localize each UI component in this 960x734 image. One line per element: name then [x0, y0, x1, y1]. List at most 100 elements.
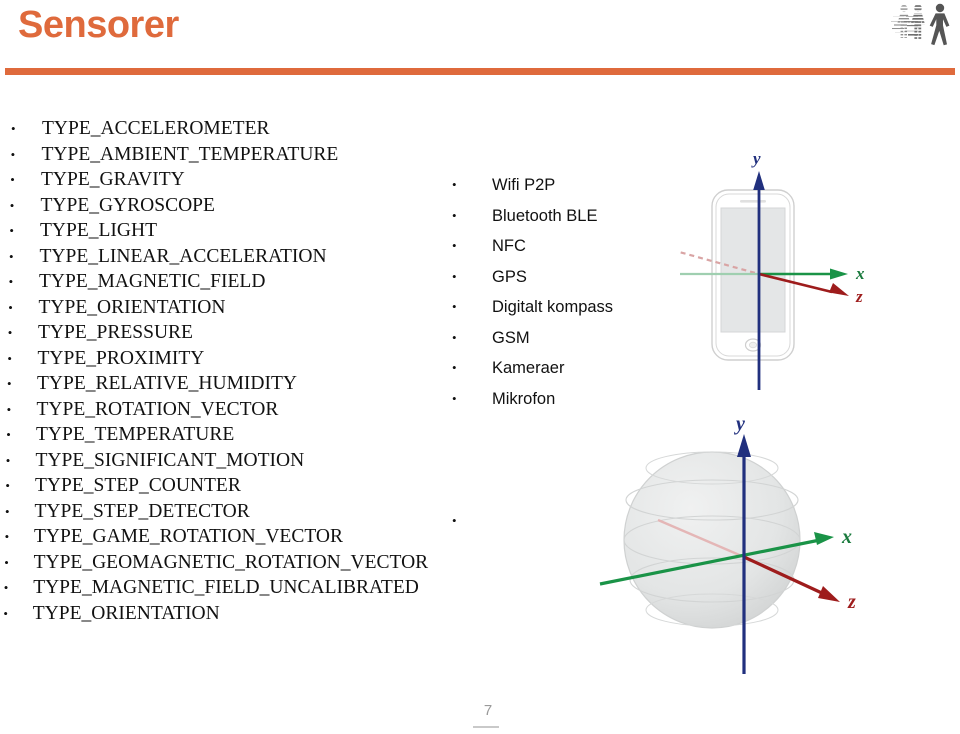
- list-item-label: TYPE_GAME_ROTATION_VECTOR: [34, 526, 343, 547]
- list-item-label: TYPE_ORIENTATION: [38, 296, 226, 318]
- list-item: • TYPE_MAGNETIC_FIELD: [0, 269, 480, 295]
- list-item-label: TYPE_GYROSCOPE: [40, 194, 215, 216]
- bullet-icon: •: [452, 299, 457, 314]
- bullet-icon: •: [3, 580, 9, 595]
- bullet-icon: •: [8, 274, 14, 289]
- title-divider: [5, 68, 955, 75]
- list-item-label: Digitalt kompass: [492, 298, 614, 316]
- list-item: • TYPE_AMBIENT_TEMPERATURE: [0, 142, 480, 168]
- list-item-label: GPS: [492, 267, 527, 286]
- bullet-icon: •: [4, 529, 10, 544]
- list-item: • TYPE_PRESSURE: [0, 320, 480, 346]
- list-item-label: Wifi P2P: [492, 176, 556, 194]
- bullet-icon: •: [10, 172, 15, 187]
- list-item: • Wifi P2P: [452, 170, 682, 201]
- phone-axes-diagram: x z y: [671, 142, 960, 404]
- bullet-icon: •: [452, 512, 457, 528]
- list-item: • TYPE_ROTATION_VECTOR: [0, 397, 480, 423]
- list-item: • TYPE_ORIENTATION: [0, 295, 480, 321]
- list-item-label: TYPE_LINEAR_ACCELERATION: [39, 245, 327, 267]
- list-item: • GSM: [452, 323, 682, 354]
- list-item-label: TYPE_ACCELEROMETER: [42, 118, 270, 139]
- axis-label-x: x: [855, 264, 865, 283]
- list-item-label: TYPE_STEP_COUNTER: [35, 475, 241, 496]
- slide: Sensorer • TYPE_ACCELEROMETER • TYPE_AMB…: [0, 0, 960, 734]
- bullet-icon: •: [452, 238, 457, 253]
- list-item: • TYPE_LINEAR_ACCELERATION: [0, 244, 480, 270]
- bullet-icon: •: [3, 605, 8, 621]
- axis-label-y: y: [734, 413, 745, 435]
- page-title: Sensorer: [18, 4, 179, 46]
- list-item-label: Bluetooth BLE: [492, 206, 598, 225]
- bullet-icon: •: [4, 554, 9, 570]
- list-item: • Kameraer: [452, 353, 682, 384]
- list-item-label: TYPE_MAGNETIC_FIELD_UNCALIBRATED: [33, 577, 419, 598]
- list-item-label: TYPE_LIGHT: [40, 220, 157, 241]
- list-item: • TYPE_ORIENTATION: [0, 601, 480, 627]
- list-item: • Mikrofon: [452, 384, 682, 415]
- list-item-label: TYPE_SIGNIFICANT_MOTION: [35, 449, 305, 471]
- list-item: • TYPE_STEP_DETECTOR: [0, 499, 480, 525]
- list-item-label: TYPE_TEMPERATURE: [36, 424, 235, 445]
- list-item-label: TYPE_PRESSURE: [38, 322, 193, 343]
- bullet-icon: •: [452, 207, 457, 223]
- list-item-label: TYPE_ROTATION_VECTOR: [36, 398, 279, 420]
- list-item: • Bluetooth BLE: [452, 201, 682, 232]
- list-item: • TYPE_GAME_ROTATION_VECTOR: [0, 524, 480, 550]
- list-item: • TYPE_MAGNETIC_FIELD_UNCALIBRATED: [0, 575, 480, 601]
- bullet-icon: •: [9, 223, 14, 238]
- list-item: • TYPE_GEOMAGNETIC_ROTATION_VECTOR: [0, 550, 480, 576]
- bullet-icon: •: [6, 427, 11, 442]
- axis-label-x: x: [841, 526, 852, 548]
- list-item: • TYPE_SIGNIFICANT_MOTION: [0, 448, 480, 474]
- bullet-icon: •: [5, 503, 10, 519]
- list-item-label: TYPE_STEP_DETECTOR: [34, 500, 250, 522]
- bullet-icon: •: [5, 478, 10, 493]
- list-item: • TYPE_GYROSCOPE: [0, 193, 480, 219]
- list-item: • TYPE_GRAVITY: [0, 167, 480, 193]
- axis-label-z: z: [855, 287, 863, 306]
- axis-label-z: z: [847, 591, 856, 613]
- list-item-label: TYPE_GEOMAGNETIC_ROTATION_VECTOR: [33, 551, 429, 573]
- list-item-label: GSM: [492, 328, 530, 347]
- bullet-icon: •: [452, 360, 457, 375]
- list-item-label: Mikrofon: [492, 389, 556, 408]
- list-item-label: TYPE_ORIENTATION: [32, 602, 220, 624]
- bullet-icon: •: [6, 401, 12, 417]
- list-item: • TYPE_ACCELEROMETER: [0, 116, 480, 142]
- list-item-label: TYPE_GRAVITY: [41, 169, 185, 190]
- bullet-icon: •: [7, 325, 13, 340]
- sensor-type-list: • TYPE_ACCELEROMETER • TYPE_AMBIENT_TEMPER…: [0, 116, 480, 626]
- bullet-icon: •: [452, 268, 457, 284]
- list-item: • NFC: [452, 231, 682, 262]
- bullet-icon: •: [8, 299, 13, 315]
- list-item-label: TYPE_AMBIENT_TEMPERATURE: [41, 143, 339, 165]
- page-number: 7: [483, 702, 493, 719]
- list-item: • Digitalt kompass: [452, 292, 682, 323]
- page-number-underline: [473, 726, 499, 728]
- list-item: • TYPE_TEMPERATURE: [0, 422, 480, 448]
- bullet-icon: •: [10, 146, 16, 162]
- bullet-icon: •: [5, 452, 11, 468]
- globe-axes-diagram: x z y: [592, 412, 960, 700]
- list-item: • TYPE_STEP_COUNTER: [0, 473, 480, 499]
- list-item-label: TYPE_MAGNETIC_FIELD: [39, 271, 266, 292]
- list-item: • GPS: [452, 262, 682, 293]
- walking-people-logo: [891, 2, 955, 50]
- bullet-icon: •: [452, 390, 457, 406]
- axis-label-y: y: [751, 149, 761, 168]
- list-item-label: Kameraer: [492, 359, 565, 377]
- list-item: • TYPE_RELATIVE_HUMIDITY: [0, 371, 480, 397]
- bullet-icon: •: [11, 121, 16, 136]
- bullet-icon: •: [452, 177, 457, 192]
- list-item-label: TYPE_PROXIMITY: [37, 347, 205, 369]
- bullet-icon: •: [7, 376, 12, 391]
- bullet-icon: •: [452, 329, 457, 345]
- list-item: • TYPE_LIGHT: [0, 218, 480, 244]
- bullet-icon: •: [9, 197, 15, 213]
- list-item: • TYPE_PROXIMITY: [0, 346, 480, 372]
- bullet-icon: •: [9, 248, 14, 264]
- list-item-label: NFC: [492, 237, 526, 255]
- list-item-label: TYPE_RELATIVE_HUMIDITY: [37, 373, 297, 394]
- bullet-icon: •: [7, 350, 12, 366]
